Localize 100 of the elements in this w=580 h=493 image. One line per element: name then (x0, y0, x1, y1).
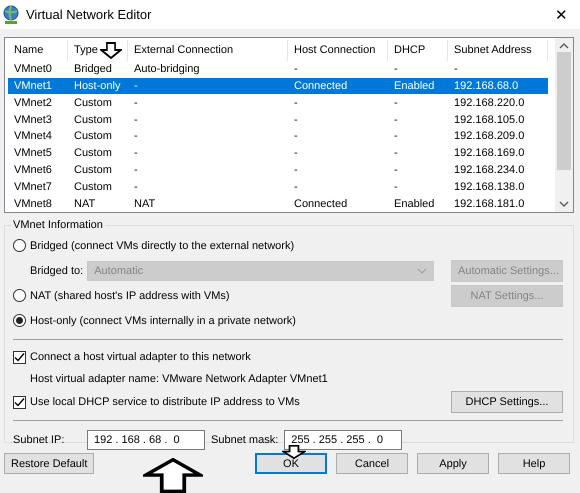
column-header[interactable]: Type (74, 44, 98, 56)
radio-label: NAT (shared host's IP address with VMs) (30, 290, 230, 302)
table-cell-text: - (393, 96, 399, 109)
table-cell-text: 192.168.209.0 (453, 130, 526, 142)
table-cell-text: 192.168.220.0 (453, 96, 526, 109)
table-cell-text: - (293, 164, 299, 176)
table-cell-text: VMnet3 (13, 114, 53, 126)
network-row[interactable]: VMnet2 Custom - - - 192.168.220.0 (8, 94, 548, 112)
subnet-ip-label: Subnet IP: (13, 434, 66, 446)
table-cell-text: VMnet7 (13, 180, 53, 193)
down-arrow-icon (282, 445, 306, 459)
table-cell-text: 192.168.234.0 (453, 164, 526, 176)
globe-icon (2, 4, 20, 24)
table-cell-text: VMnet1 (13, 80, 53, 92)
network-row[interactable]: VMnet0 Bridged Auto-bridging - - - (8, 60, 548, 78)
table-cell-text: VMnet0 (13, 63, 53, 76)
table-cell-text: - (393, 130, 399, 142)
column-header[interactable]: Name (14, 44, 44, 56)
subnet-mask-field[interactable]: 255 . 255 . 255 . 0 (284, 430, 402, 450)
adapter-name-text: Host virtual adapter name: VMware Network Adapter VMnet1 (30, 373, 328, 385)
table-cell-text: Enabled (393, 80, 436, 92)
table-cell-text: - (133, 114, 139, 126)
down-arrow-icon (100, 42, 122, 59)
network-row[interactable]: VMnet8 NAT NAT Connected Enabled 192.168.181.0 (8, 195, 548, 212)
window-title: Virtual Network Editor (26, 7, 152, 22)
dialog-button[interactable]: Cancel (336, 453, 408, 474)
table-cell-text: 192.168.138.0 (453, 180, 526, 193)
radio-button[interactable] (13, 289, 26, 302)
table-cell-text: - (133, 147, 139, 160)
table-cell-text: - (293, 130, 299, 142)
radio-label: Host-only (connect VMs internally in a private network) (30, 314, 296, 326)
bridged-to-label: Bridged to: (30, 264, 84, 276)
table-cell-text: Connected (293, 80, 348, 92)
network-row[interactable]: VMnet5 Custom - - - 192.168.169.0 (8, 144, 548, 162)
dialog-button[interactable]: OK (255, 453, 327, 474)
column-header[interactable]: DHCP (394, 44, 426, 56)
table-cell-text: 192.168.181.0 (453, 198, 526, 210)
scroll-down-icon[interactable] (559, 200, 569, 208)
table-cell-text: - (133, 96, 139, 109)
table-cell-text: 192.168.68.0 (453, 80, 520, 92)
table-cell-text: VMnet2 (13, 96, 53, 109)
table-cell-text: Bridged (73, 63, 113, 76)
table-cell-text: - (293, 96, 299, 109)
table-cell-text: Enabled (393, 198, 436, 210)
subnet-ip-field[interactable]: 192 . 168 . 68 . 0 (87, 430, 205, 450)
table-cell-text: - (293, 114, 299, 126)
dialog-button[interactable]: Restore Default (4, 453, 94, 474)
dhcp-settings-button[interactable]: DHCP Settings... (451, 391, 563, 413)
network-row[interactable]: VMnet4 Custom - - - 192.168.209.0 (8, 128, 548, 145)
radio-button[interactable] (13, 239, 26, 252)
close-button[interactable]: ✕ (549, 6, 574, 24)
table-cell-text: Custom (73, 114, 113, 126)
checkbox[interactable] (13, 396, 26, 408)
column-header[interactable]: External Connection (134, 44, 234, 56)
checkbox[interactable] (13, 350, 26, 364)
radio-label: Bridged (connect VMs directly to the external network) (30, 240, 294, 252)
column-header[interactable]: Subnet Address (454, 44, 532, 56)
table-cell-text: - (453, 63, 459, 76)
table-cell-text: - (393, 164, 399, 176)
table-cell-text: - (393, 147, 399, 160)
table-cell-text: Custom (73, 164, 113, 176)
table-cell-text: - (133, 180, 139, 193)
table-cell-text: Custom (73, 130, 113, 142)
group-title: VMnet Information (12, 219, 104, 231)
table-cell-text: Host-only (73, 80, 122, 92)
network-row[interactable]: VMnet6 Custom - - - 192.168.234.0 (8, 162, 548, 178)
table-cell-text: - (393, 63, 399, 76)
scrollbar-thumb[interactable] (557, 52, 571, 170)
table-cell-text: 192.168.169.0 (453, 147, 526, 160)
table-cell-text: - (133, 130, 139, 142)
table-cell-text: 192.168.105.0 (453, 114, 526, 126)
table-cell-text: NAT (133, 198, 156, 210)
network-row[interactable]: VMnet1 Host-only - Connected Enabled 192.168.68.0 (8, 78, 548, 94)
table-cell-text: NAT (73, 198, 96, 210)
column-header[interactable]: Host Connection (294, 44, 376, 56)
table-cell-text: VMnet4 (13, 130, 53, 142)
network-row[interactable]: VMnet3 Custom - - - 192.168.105.0 (8, 111, 548, 128)
table-cell-text: Connected (293, 198, 348, 210)
table-cell-text: VMnet6 (13, 164, 53, 176)
table-cell-text: VMnet5 (13, 147, 53, 160)
table-cell-text: - (393, 180, 399, 193)
table-cell-text: Custom (73, 147, 113, 160)
radio-button[interactable] (13, 314, 26, 327)
table-cell-text: Custom (73, 96, 113, 109)
table-cell-text: - (133, 164, 139, 176)
dialog-button[interactable]: Help (498, 453, 570, 474)
table-cell-text: Custom (73, 180, 113, 193)
up-arrow-icon (143, 458, 203, 493)
network-row[interactable]: VMnet7 Custom - - - 192.168.138.0 (8, 178, 548, 196)
chevron-down-icon (417, 268, 428, 274)
checkbox-label: Use local DHCP service to distribute IP address to VMs (30, 396, 300, 408)
table-cell-text: VMnet8 (13, 198, 53, 210)
dialog-button[interactable]: Apply (417, 453, 489, 474)
table-cell-text: - (293, 63, 299, 76)
table-cell-text: - (133, 80, 139, 92)
scrollbar[interactable] (555, 38, 573, 212)
subnet-mask-label: Subnet mask: (211, 434, 278, 446)
table-cell-text: - (393, 114, 399, 126)
scroll-up-icon[interactable] (559, 42, 569, 50)
table-cell-text: Auto-bridging (133, 63, 200, 76)
